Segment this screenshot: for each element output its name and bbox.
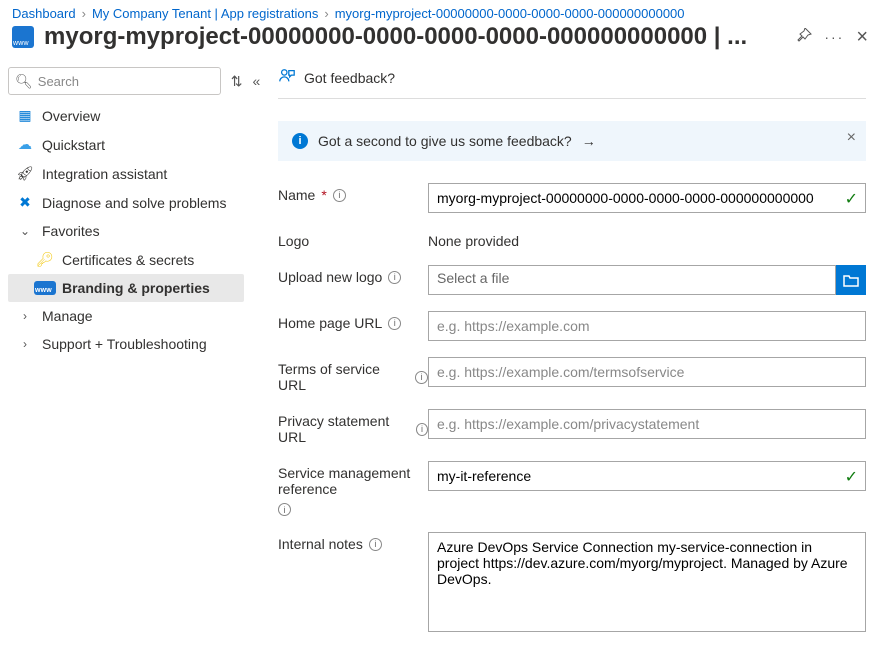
feedback-icon xyxy=(278,67,296,88)
terms-label: Terms of service URL xyxy=(278,361,409,393)
notes-label: Internal notes xyxy=(278,536,363,552)
privacy-label: Privacy statement URL xyxy=(278,413,410,445)
service-ref-input[interactable] xyxy=(428,461,866,491)
key-icon: 🔑︎ xyxy=(36,251,54,268)
name-input[interactable] xyxy=(428,183,866,213)
info-icon[interactable]: i xyxy=(388,271,401,284)
info-icon[interactable]: i xyxy=(415,371,428,384)
terms-input[interactable] xyxy=(428,357,866,387)
page-title: myorg-myproject-00000000-0000-0000-0000-… xyxy=(44,23,786,51)
page-header: myorg-myproject-00000000-0000-0000-0000-… xyxy=(0,23,880,61)
service-ref-label: Service management reference xyxy=(278,465,428,497)
info-icon[interactable]: i xyxy=(416,423,428,436)
logo-label: Logo xyxy=(278,233,309,249)
toolbar: Got feedback? xyxy=(278,67,866,99)
banner-text: Got a second to give us some feedback? xyxy=(318,133,572,149)
breadcrumb-item-app[interactable]: myorg-myproject-00000000-0000-0000-0000-… xyxy=(335,6,685,21)
main-content: Got feedback? i Got a second to give us … xyxy=(248,61,880,643)
chevron-right-icon: › xyxy=(16,337,34,351)
breadcrumb-item-dashboard[interactable]: Dashboard xyxy=(12,6,76,21)
sidebar-item-integration[interactable]: 🚀︎Integration assistant xyxy=(8,159,244,188)
pin-icon[interactable] xyxy=(796,28,812,47)
branding-form: Name * i ✓ Logo None provided Upload new … xyxy=(278,183,866,635)
info-icon[interactable]: i xyxy=(278,503,291,516)
home-page-input[interactable] xyxy=(428,311,866,341)
file-picker[interactable]: Select a file xyxy=(428,265,836,295)
info-icon[interactable]: i xyxy=(388,317,401,330)
check-icon: ✓ xyxy=(845,189,858,209)
sidebar-search[interactable]: 🔍︎ xyxy=(8,67,221,95)
privacy-input[interactable] xyxy=(428,409,866,439)
sidebar-item-favorites[interactable]: ⌄Favorites xyxy=(8,217,244,245)
app-registration-icon xyxy=(12,26,34,48)
info-icon[interactable]: i xyxy=(369,538,382,551)
sidebar-item-quickstart[interactable]: ☁Quickstart xyxy=(8,130,244,159)
feedback-link[interactable]: Got feedback? xyxy=(304,70,395,86)
sidebar-item-manage[interactable]: ›Manage xyxy=(8,302,244,330)
browse-button[interactable] xyxy=(836,265,866,295)
quickstart-icon: ☁ xyxy=(16,136,34,153)
sidebar-item-diagnose[interactable]: ✖Diagnose and solve problems xyxy=(8,188,244,217)
chevron-right-icon: › xyxy=(324,6,328,21)
banner-close-icon[interactable]: × xyxy=(847,129,856,147)
sort-icon[interactable]: ⇅ xyxy=(231,73,243,90)
info-icon[interactable]: i xyxy=(333,189,346,202)
feedback-banner: i Got a second to give us some feedback?… xyxy=(278,121,866,161)
chevron-right-icon: › xyxy=(16,309,34,323)
check-icon: ✓ xyxy=(845,467,858,487)
notes-textarea[interactable] xyxy=(428,532,866,632)
chevron-down-icon: ⌄ xyxy=(16,224,34,238)
logo-value: None provided xyxy=(428,229,866,249)
sidebar: 🔍︎ ⇅ « ▦Overview ☁Quickstart 🚀︎Integrati… xyxy=(0,61,248,643)
sidebar-item-overview[interactable]: ▦Overview xyxy=(8,101,244,130)
diagnose-icon: ✖ xyxy=(16,194,34,211)
breadcrumb: Dashboard › My Company Tenant | App regi… xyxy=(0,0,880,23)
overview-icon: ▦ xyxy=(16,107,34,124)
home-page-label: Home page URL xyxy=(278,315,382,331)
search-input[interactable] xyxy=(38,74,214,89)
name-label: Name xyxy=(278,187,315,203)
upload-logo-label: Upload new logo xyxy=(278,269,382,285)
close-icon[interactable]: × xyxy=(856,26,868,49)
breadcrumb-item-tenant[interactable]: My Company Tenant | App registrations xyxy=(92,6,318,21)
search-icon: 🔍︎ xyxy=(15,73,33,90)
sidebar-item-support[interactable]: ›Support + Troubleshooting xyxy=(8,330,244,358)
arrow-right-icon[interactable]: → xyxy=(582,133,596,149)
required-asterisk: * xyxy=(321,187,326,203)
more-icon[interactable]: ··· xyxy=(824,29,844,45)
sidebar-item-certificates[interactable]: 🔑︎Certificates & secrets xyxy=(8,245,244,274)
rocket-icon: 🚀︎ xyxy=(16,165,34,182)
branding-icon xyxy=(36,281,54,295)
chevron-right-icon: › xyxy=(82,6,86,21)
sidebar-item-branding[interactable]: Branding & properties xyxy=(8,274,244,302)
info-icon: i xyxy=(292,133,308,149)
